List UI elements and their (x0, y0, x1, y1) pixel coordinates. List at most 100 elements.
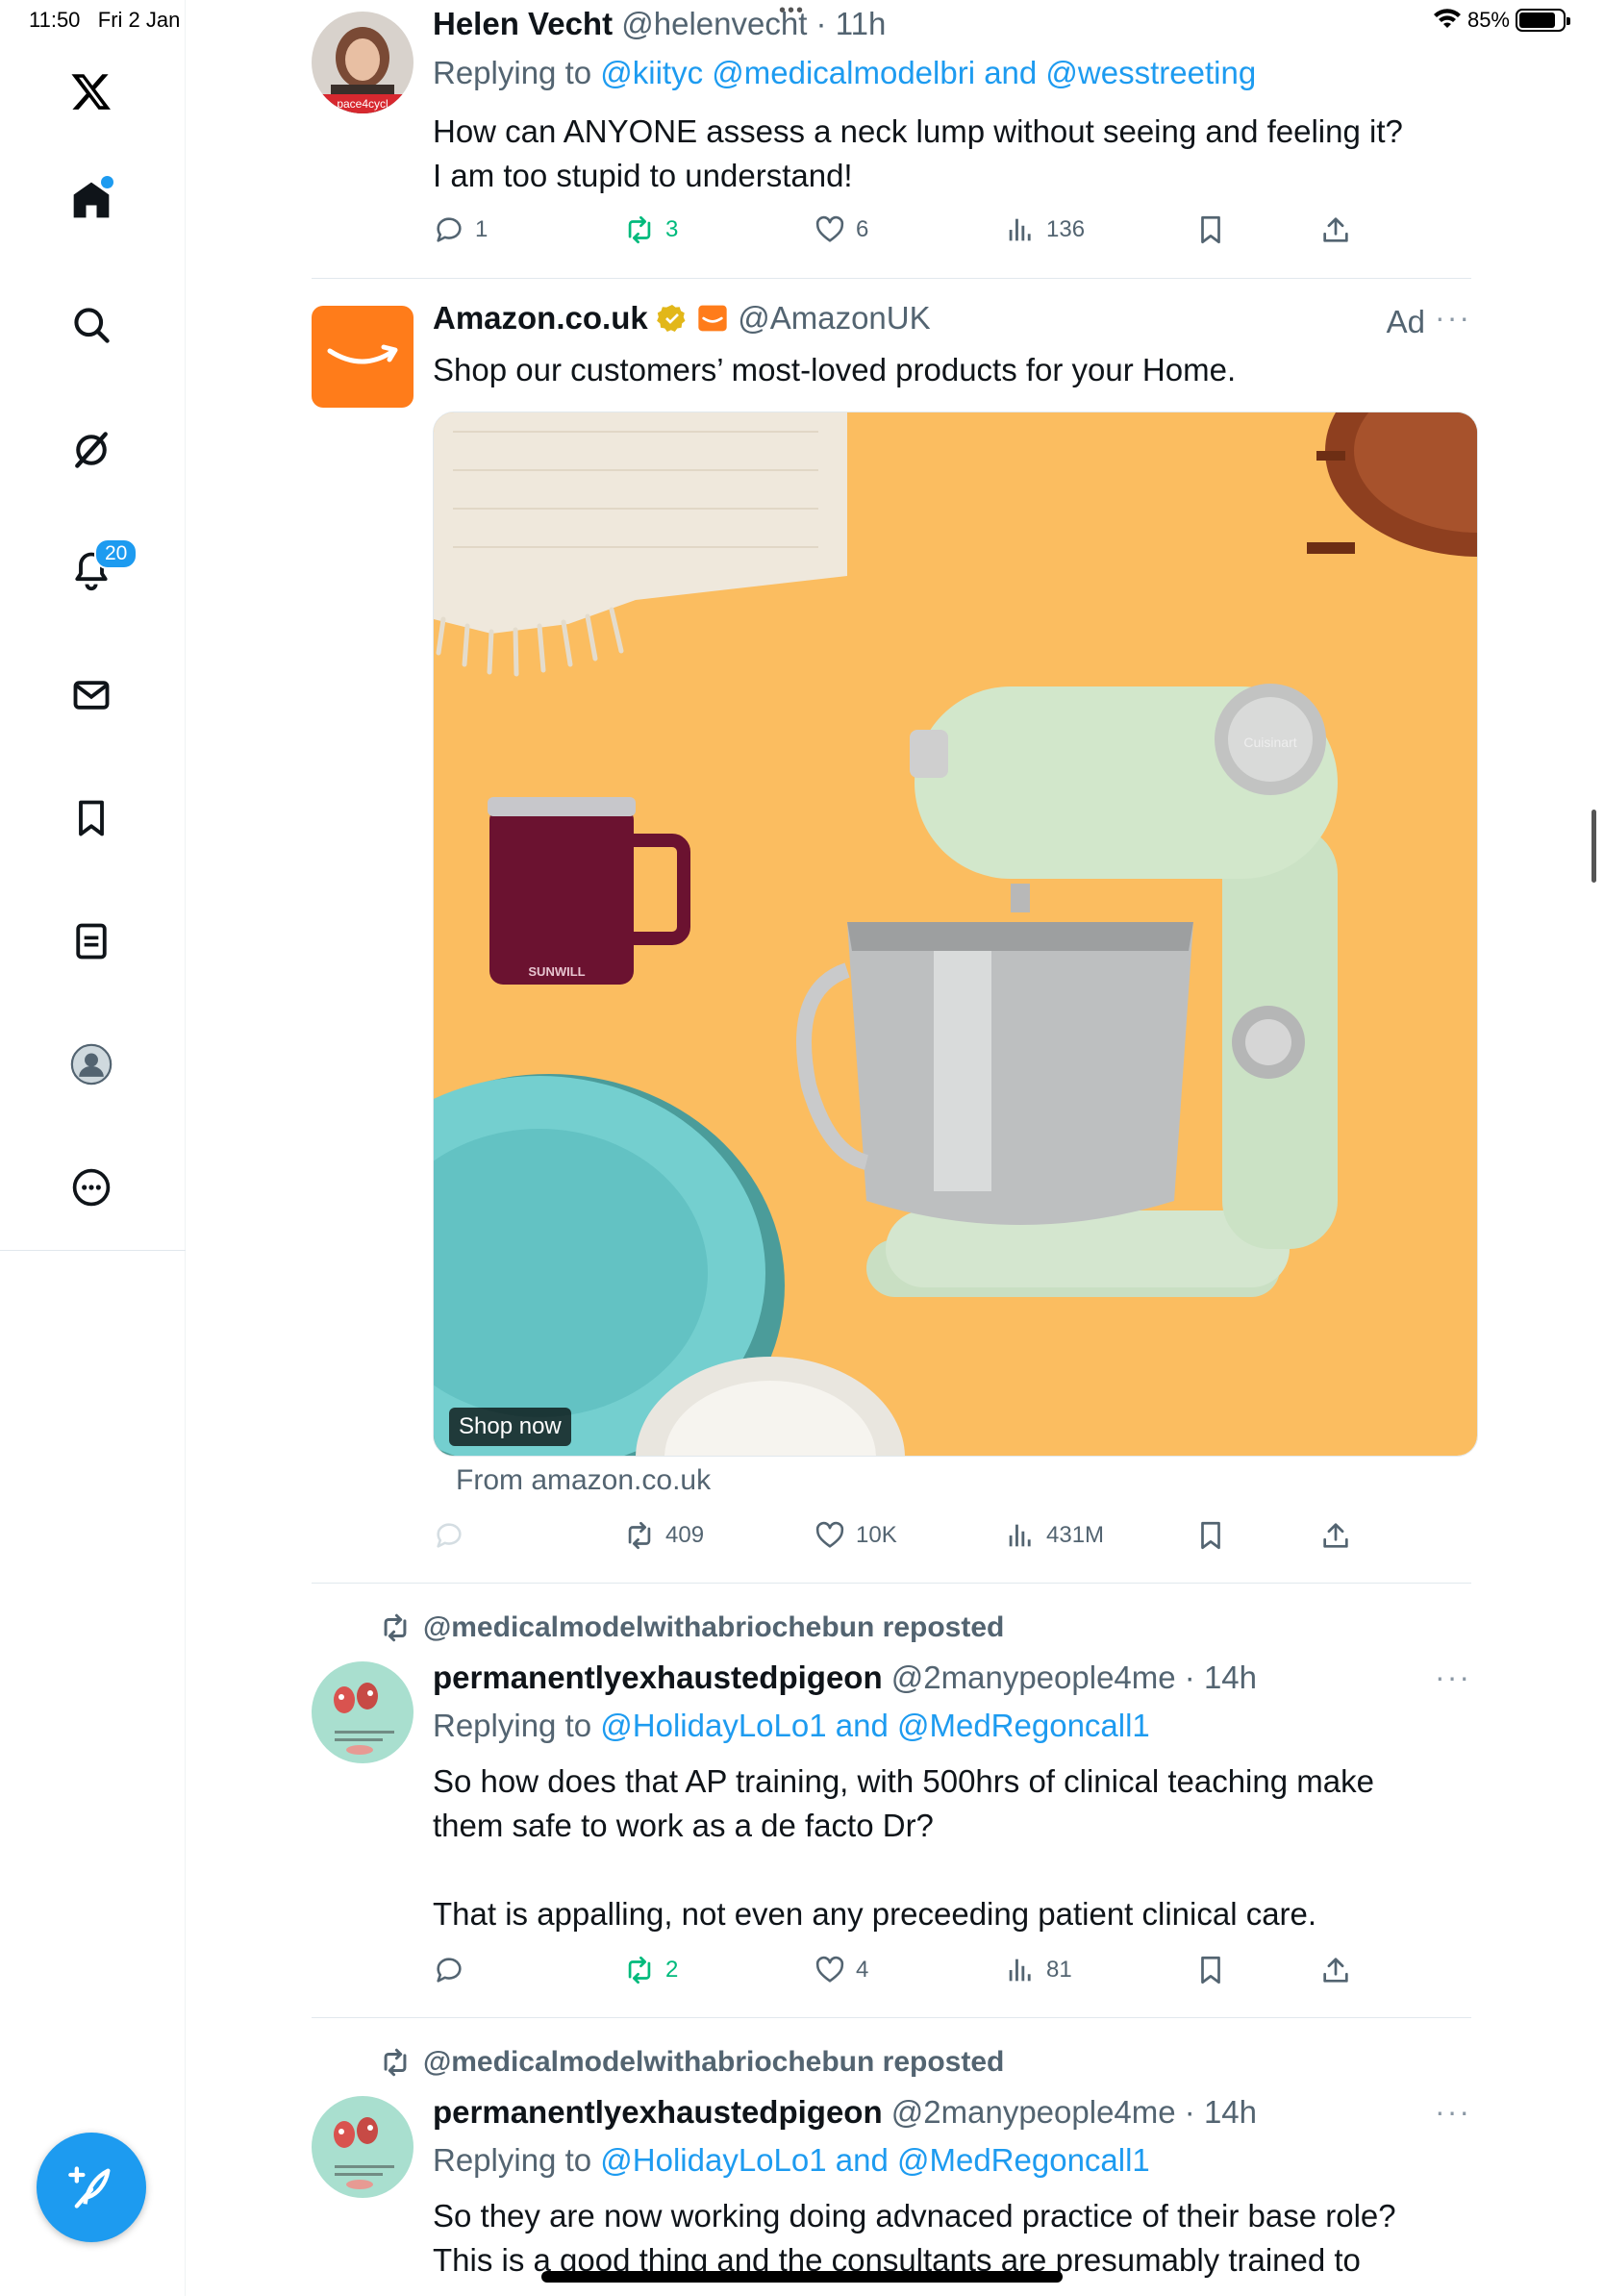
tweet-text: So how does that AP training, with 500hr… (433, 1763, 1374, 1932)
home-icon[interactable] (60, 168, 123, 232)
avatar[interactable] (312, 306, 414, 408)
avatar[interactable]: pace4cycl (312, 12, 414, 113)
repost-icon (628, 1956, 651, 1984)
bookmarks-icon[interactable] (60, 786, 123, 850)
ad-media-image[interactable]: SUNWILL Cuisinart Shop now (433, 412, 1478, 1457)
grok-icon[interactable] (60, 418, 123, 482)
bookmark-icon (1201, 1521, 1220, 1550)
tweet-divider (312, 1583, 1471, 1584)
views-button[interactable]: 81 (1004, 1954, 1072, 1986)
reply-count: 1 (475, 216, 489, 242)
reply-mentions[interactable]: @kiityc @medicalmodelbri and @wesstreeti… (600, 55, 1256, 90)
repost-button[interactable]: 409 (623, 1519, 704, 1552)
more-options-icon[interactable]: ··· (1435, 2094, 1471, 2130)
amazon-affiliate-badge-icon (698, 305, 727, 332)
tweet-header: Amazon.co.uk @AmazonUK (433, 300, 931, 337)
compose-button[interactable] (37, 2133, 146, 2242)
compose-icon (68, 2166, 111, 2209)
repost-icon (384, 1613, 407, 1642)
author-handle[interactable]: @helenvecht (621, 6, 807, 41)
repost-button[interactable]: 3 (623, 213, 678, 246)
share-button[interactable] (1319, 1519, 1352, 1552)
share-button[interactable] (1319, 1954, 1352, 1986)
tweet-header: permanentlyexhaustedpigeon @2manypeople4… (433, 1660, 1257, 1696)
heart-icon (815, 1521, 844, 1548)
more-options-icon[interactable]: ··· (1435, 300, 1471, 336)
reposted-by[interactable]: @medicalmodelwithabriochebun reposted (379, 2046, 1004, 2079)
battery-icon (1516, 9, 1570, 32)
like-count: 6 (856, 216, 869, 242)
tweet-actions: 409 10K 431M (433, 1519, 1394, 1558)
heart-icon (815, 1956, 844, 1983)
avatar[interactable] (312, 2096, 414, 2198)
share-button[interactable] (1319, 213, 1352, 246)
shop-now-button[interactable]: Shop now (449, 1408, 571, 1446)
profile-icon[interactable] (60, 1033, 123, 1096)
bookmark-button[interactable] (1194, 213, 1227, 246)
repost-count: 2 (665, 1957, 679, 1983)
share-icon (1323, 217, 1348, 242)
notifications-badge: 20 (94, 538, 138, 569)
like-count: 4 (856, 1957, 869, 1983)
author-name[interactable]: permanentlyexhaustedpigeon (433, 2094, 883, 2130)
reply-mentions[interactable]: @HolidayLoLo1 and @MedRegoncall1 (600, 1708, 1150, 1743)
messages-icon[interactable] (60, 663, 123, 727)
author-handle[interactable]: @2manypeople4me (891, 1660, 1176, 1695)
reply-icon (437, 1523, 462, 1548)
reposted-by[interactable]: @medicalmodelwithabriochebun reposted (379, 1611, 1004, 1644)
tweet-text: How can ANYONE assess a neck lump withou… (433, 113, 1403, 193)
reply-mentions[interactable]: @HolidayLoLo1 and @MedRegoncall1 (600, 2142, 1150, 2178)
views-icon (1009, 1524, 1031, 1547)
views-button[interactable]: 136 (1004, 213, 1085, 246)
lists-icon[interactable] (60, 910, 123, 973)
search-icon[interactable] (60, 293, 123, 357)
share-icon (1323, 1523, 1348, 1548)
like-button[interactable]: 6 (814, 213, 868, 246)
bookmark-button[interactable] (1194, 1954, 1227, 1986)
more-options-icon[interactable]: ··· (1435, 1660, 1471, 1695)
author-handle[interactable]: @2manypeople4me (891, 2094, 1176, 2130)
ad-label: Ad (1386, 304, 1425, 339)
svg-text:SUNWILL: SUNWILL (528, 964, 585, 979)
home-indicator[interactable] (541, 2271, 1063, 2283)
views-icon (1009, 1959, 1031, 1982)
ad-source-domain[interactable]: From amazon.co.uk (456, 1464, 711, 1497)
avatar[interactable] (312, 1661, 414, 1763)
svg-text:Cuisinart: Cuisinart (1243, 735, 1296, 750)
share-icon (1323, 1958, 1348, 1983)
home-unread-dot (101, 176, 113, 188)
product-photo: SUNWILL Cuisinart (434, 412, 1477, 1456)
views-icon (1009, 218, 1031, 241)
like-button[interactable]: 4 (814, 1954, 868, 1986)
more-icon[interactable] (60, 1156, 123, 1219)
repost-count: 3 (665, 216, 679, 242)
reply-button[interactable] (433, 1519, 465, 1552)
tweet-divider (312, 2017, 1471, 2018)
repost-icon (384, 2048, 407, 2077)
author-name[interactable]: Helen Vecht (433, 6, 613, 41)
author-name[interactable]: Amazon.co.uk (433, 300, 648, 336)
x-logo-icon[interactable] (60, 60, 123, 123)
timeline-feed: pace4cycl Helen Vecht @helenvecht · 11h … (187, 0, 1514, 2296)
repost-count: 409 (665, 1522, 705, 1548)
notifications-icon[interactable]: 20 (60, 538, 138, 602)
views-button[interactable]: 431M (1004, 1519, 1104, 1552)
reply-button[interactable]: 1 (433, 213, 488, 246)
author-handle[interactable]: @AmazonUK (738, 300, 930, 336)
like-button[interactable]: 10K (814, 1519, 897, 1552)
repost-icon (628, 1521, 651, 1550)
tweet-time[interactable]: · 14h (1185, 1660, 1257, 1695)
author-name[interactable]: permanentlyexhaustedpigeon (433, 1660, 883, 1695)
tweet-time[interactable]: · 11h (816, 6, 887, 41)
tweet-time[interactable]: · 14h (1185, 2094, 1257, 2130)
bookmark-button[interactable] (1194, 1519, 1227, 1552)
repost-button[interactable]: 2 (623, 1954, 678, 1986)
reply-icon (437, 217, 462, 242)
bookmark-icon (1201, 215, 1220, 244)
like-count: 10K (856, 1522, 897, 1548)
tweet-text: Shop our customers’ most-loved products … (433, 352, 1237, 387)
tweet-header: permanentlyexhaustedpigeon @2manypeople4… (433, 2094, 1257, 2131)
sidebar-divider (0, 1250, 186, 1251)
reply-button[interactable] (433, 1954, 465, 1986)
scrollbar[interactable] (1591, 810, 1596, 883)
